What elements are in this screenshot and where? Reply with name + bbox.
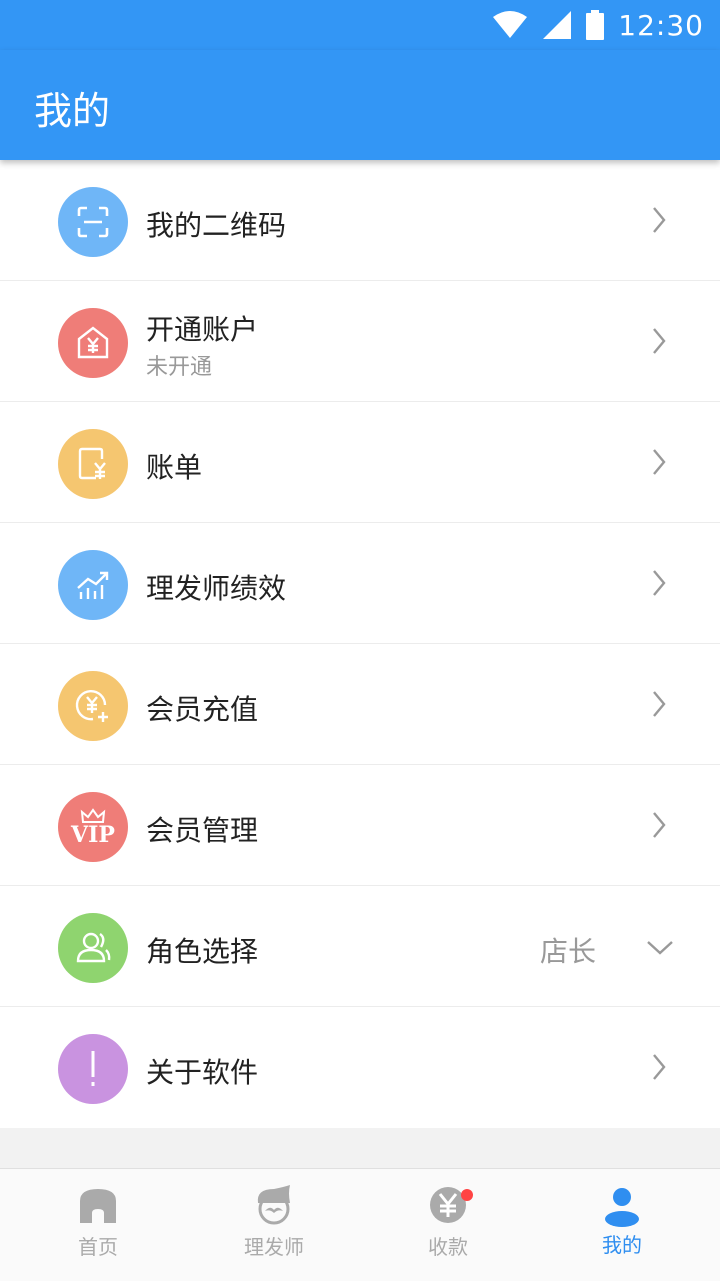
signal-icon (543, 11, 572, 39)
menu-item-label: 会员充值 (146, 693, 259, 726)
tab-payment[interactable]: 收款 (358, 1169, 538, 1281)
chevron-right-icon (653, 328, 666, 354)
tab-label: 我的 (602, 1233, 642, 1257)
status-icons: 12:30 (492, 8, 704, 42)
vip-crown-icon: VIP (58, 792, 128, 862)
tab-label: 理发师 (244, 1235, 304, 1259)
role-value: 店长 (539, 935, 596, 968)
tab-home[interactable]: 首页 (8, 1169, 188, 1281)
menu-item-label: 我的二维码 (146, 209, 287, 242)
menu-item-label: 理发师绩效 (146, 572, 287, 605)
performance-chart-icon (58, 550, 128, 620)
account-status: 未开通 (146, 355, 213, 380)
recharge-icon (58, 671, 128, 741)
bill-icon (58, 429, 128, 499)
wifi-icon (493, 11, 528, 38)
menu-item-label: 开通账户 (146, 313, 259, 346)
chevron-right-icon (653, 812, 666, 838)
menu-item-member-management[interactable]: VIP 会员管理 (0, 765, 720, 886)
menu-item-qrcode[interactable]: 我的二维码 (0, 160, 720, 281)
chevron-right-icon (653, 691, 666, 717)
clock: 12:30 (618, 8, 704, 42)
chevron-right-icon (653, 207, 666, 233)
menu-item-recharge[interactable]: 会员充值 (0, 644, 720, 765)
menu-item-label: 账单 (146, 451, 203, 484)
menu-item-open-account[interactable]: 开通账户 未开通 (0, 281, 720, 402)
vip-text: VIP (71, 822, 115, 848)
home-icon (80, 1189, 116, 1223)
app-bar: 我的 (0, 50, 720, 160)
users-icon (58, 913, 128, 983)
bottom-tab-bar: 首页 理发师 收款 我的 (0, 1168, 720, 1281)
chevron-right-icon (653, 449, 666, 475)
menu-item-bill[interactable]: 账单 (0, 402, 720, 523)
menu-list: 我的二维码 开通账户 未开通 账单 理发师绩效 会员充值 VIP 会员管理 角色… (0, 160, 720, 1128)
chevron-right-icon (653, 570, 666, 596)
menu-item-performance[interactable]: 理发师绩效 (0, 523, 720, 644)
barber-icon (257, 1185, 290, 1225)
menu-item-label: 角色选择 (146, 935, 259, 968)
page-title: 我的 (34, 89, 111, 133)
qrcode-scan-icon (58, 187, 128, 257)
menu-item-role-select[interactable]: 角色选择 店长 (0, 886, 720, 1007)
exclamation-icon (58, 1034, 128, 1104)
chevron-right-icon (653, 1054, 666, 1080)
account-house-icon (58, 308, 128, 378)
tab-barber[interactable]: 理发师 (184, 1169, 364, 1281)
chevron-down-icon (647, 941, 673, 955)
menu-item-about[interactable]: 关于软件 (0, 1007, 720, 1128)
tab-mine[interactable]: 我的 (532, 1169, 712, 1281)
menu-item-label: 关于软件 (146, 1056, 259, 1089)
battery-icon (586, 10, 605, 40)
person-icon (605, 1188, 639, 1227)
status-bar: 12:30 (0, 0, 720, 50)
menu-item-label: 会员管理 (146, 814, 259, 847)
tab-label: 首页 (78, 1235, 118, 1259)
tab-label: 收款 (428, 1235, 468, 1259)
notification-badge (461, 1189, 473, 1201)
